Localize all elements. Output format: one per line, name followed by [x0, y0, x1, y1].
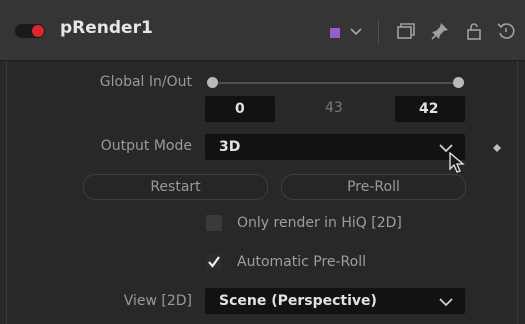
output-mode-label: Output Mode	[100, 138, 192, 154]
global-inout-slider-track[interactable]	[214, 82, 459, 84]
only-render-hiq-checkbox[interactable]	[206, 215, 222, 231]
reset-icon[interactable]	[496, 21, 516, 41]
node-name: pRender1	[60, 18, 153, 38]
mouse-cursor-icon	[449, 152, 465, 173]
global-inout-center-value: 43	[325, 100, 343, 116]
pin-icon[interactable]	[430, 21, 450, 41]
node-color-swatch[interactable]	[330, 28, 340, 38]
header-divider	[378, 20, 379, 44]
node-enable-toggle[interactable]	[15, 24, 45, 38]
checkmark-icon	[208, 256, 220, 268]
panel-right-edge	[517, 61, 518, 324]
view-2d-dropdown[interactable]: Scene (Perspective)	[205, 288, 465, 314]
only-render-hiq-label: Only render in HiQ [2D]	[237, 215, 402, 231]
toggle-indicator	[32, 25, 44, 37]
view-2d-label: View [2D]	[123, 293, 192, 309]
output-mode-dropdown[interactable]: 3D	[205, 134, 465, 160]
preroll-button[interactable]: Pre-Roll	[281, 174, 466, 200]
global-out-value: 42	[419, 101, 439, 117]
view-2d-value: Scene (Perspective)	[219, 293, 377, 309]
global-out-field[interactable]: 42	[395, 96, 465, 122]
global-in-field[interactable]: 0	[205, 96, 275, 122]
automatic-preroll-label: Automatic Pre-Roll	[237, 254, 367, 270]
window-icon[interactable]	[396, 21, 416, 41]
color-dropdown-chevron-icon[interactable]	[350, 27, 362, 37]
lock-icon[interactable]	[464, 21, 484, 41]
keyframe-diamond-icon[interactable]	[492, 143, 502, 153]
global-inout-label: Global In/Out	[99, 74, 192, 90]
automatic-preroll-checkbox[interactable]	[206, 254, 222, 270]
node-header: pRender1	[0, 0, 525, 61]
global-inout-start-knob[interactable]	[207, 77, 218, 88]
panel-left-edge	[6, 61, 7, 324]
chevron-down-icon	[439, 298, 453, 307]
global-inout-end-knob[interactable]	[453, 77, 464, 88]
global-in-value: 0	[235, 101, 245, 117]
output-mode-value: 3D	[219, 139, 241, 155]
restart-button[interactable]: Restart	[83, 174, 268, 200]
